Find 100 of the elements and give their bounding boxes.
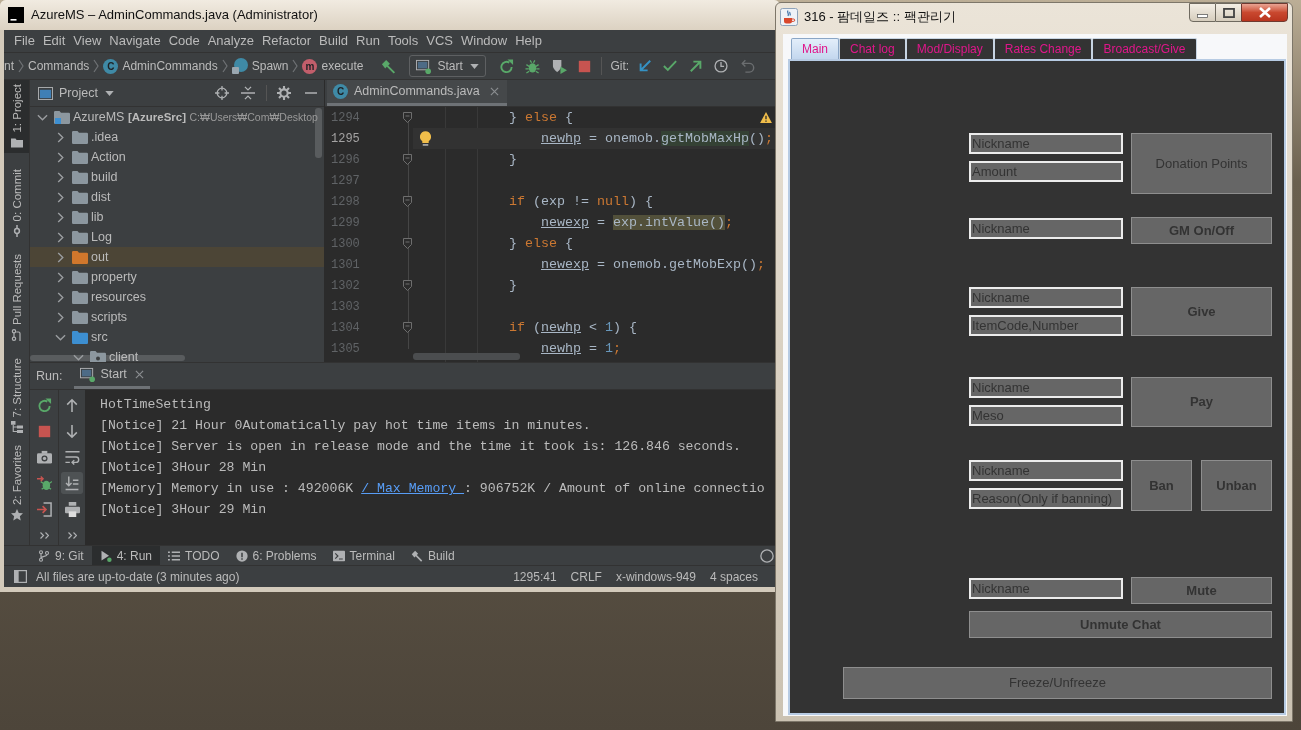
chevron-right-icon[interactable] [56, 151, 64, 163]
status-item[interactable]: 1295:41 [513, 567, 557, 586]
menu-item[interactable]: Analyze [203, 31, 258, 51]
menu-item[interactable]: Build [315, 31, 352, 51]
tool-window-button[interactable]: Pull Requests [4, 250, 29, 345]
tab[interactable]: Rates Change [993, 38, 1093, 59]
chevron-right-icon[interactable] [56, 271, 64, 283]
tree-item[interactable]: .idea [30, 127, 324, 147]
chevron-down-icon[interactable] [36, 113, 48, 121]
tree-item[interactable]: resources [30, 287, 324, 307]
breadcrumb[interactable]: Spawn [231, 57, 289, 75]
fold-marker-icon[interactable] [403, 112, 412, 123]
bug-icon[interactable] [36, 475, 52, 491]
breadcrumb[interactable]: nt [4, 57, 14, 75]
warning-icon[interactable] [760, 112, 772, 123]
editor-tab[interactable]: C AdminCommands.java [327, 80, 507, 106]
exit-icon[interactable] [36, 501, 52, 517]
fold-marker-icon[interactable] [403, 196, 412, 207]
fold-marker-icon[interactable] [403, 280, 412, 291]
tool-window-tab[interactable]: Build [402, 545, 463, 566]
clock-icon[interactable] [714, 59, 729, 73]
tree-item[interactable]: AzureMS [AzureSrc] C:₩Users₩Com₩Desktop [30, 107, 324, 127]
arrow-down-icon[interactable] [65, 423, 79, 439]
chevron-down-icon[interactable] [54, 333, 66, 341]
status-item[interactable]: CRLF [570, 567, 602, 586]
tree-item[interactable]: property [30, 267, 324, 287]
bug-icon[interactable] [525, 58, 541, 74]
chevron-right-icon[interactable] [56, 311, 64, 323]
more-icon[interactable] [67, 531, 77, 539]
soft-wrap-icon[interactable] [64, 449, 80, 465]
more-icon[interactable] [39, 531, 49, 539]
breadcrumb[interactable]: C AdminCommands [103, 57, 218, 75]
circle-icon[interactable] [760, 548, 774, 563]
crosshair-icon[interactable] [215, 86, 229, 100]
collapse-icon[interactable] [241, 86, 255, 100]
console-link[interactable]: / Max Memory [361, 481, 465, 496]
panel-toggle-icon[interactable] [14, 570, 27, 583]
tree-item[interactable]: Log [30, 227, 324, 247]
chevron-down-icon[interactable] [72, 353, 84, 361]
gear-icon[interactable] [277, 86, 291, 100]
lightbulb-icon[interactable] [420, 131, 431, 146]
view-dropdown[interactable]: Project [38, 83, 114, 103]
menu-item[interactable]: File [10, 31, 39, 51]
close-icon[interactable] [134, 370, 144, 379]
menu-item[interactable]: Edit [38, 31, 70, 51]
shield-play-icon[interactable] [552, 58, 568, 74]
tool-window-button[interactable]: 0: Commit [4, 164, 29, 241]
arrow-up-right-icon[interactable] [689, 59, 704, 73]
chevron-right-icon[interactable] [56, 251, 64, 263]
status-item[interactable]: 4 spaces [709, 567, 758, 586]
tree-item[interactable]: build [30, 167, 324, 187]
menu-item[interactable]: Code [164, 31, 204, 51]
tree-item[interactable]: dist [30, 187, 324, 207]
fold-marker-icon[interactable] [403, 238, 412, 249]
breadcrumb[interactable]: m execute [302, 57, 364, 75]
tree-item[interactable]: Action [30, 147, 324, 167]
tool-window-tab[interactable]: 6: Problems [227, 545, 325, 566]
stop-icon[interactable] [37, 424, 51, 438]
close-button[interactable] [1241, 3, 1288, 22]
tab[interactable]: Broadcast/Give [1092, 38, 1197, 59]
menu-item[interactable]: Run [352, 31, 384, 51]
rerun-icon[interactable] [36, 397, 52, 413]
tool-window-tab[interactable]: TODO [160, 545, 228, 566]
maximize-button[interactable] [1216, 3, 1241, 22]
tool-window-button[interactable]: 7: Structure [4, 353, 29, 438]
menu-item[interactable]: Tools [383, 31, 423, 51]
status-item[interactable]: x-windows-949 [615, 567, 696, 586]
tab[interactable]: Mod/Display [905, 38, 994, 59]
rerun-icon[interactable] [499, 58, 515, 74]
breadcrumb[interactable]: Commands [28, 57, 90, 75]
tree-item[interactable]: lib [30, 207, 324, 227]
hammer-icon[interactable] [381, 58, 397, 74]
minimize-button[interactable] [1189, 3, 1216, 22]
tool-window-tab[interactable]: Terminal [324, 545, 403, 566]
tree-item[interactable]: scripts [30, 307, 324, 327]
fold-marker-icon[interactable] [403, 322, 412, 333]
chevron-right-icon[interactable] [56, 171, 64, 183]
chevron-right-icon[interactable] [56, 191, 64, 203]
camera-icon[interactable] [36, 450, 52, 464]
chevron-right-icon[interactable] [56, 291, 64, 303]
menu-item[interactable]: Help [511, 31, 546, 51]
chevron-right-icon[interactable] [56, 231, 64, 243]
run-config-dropdown[interactable]: Start [409, 55, 487, 77]
scrollbar-thumb[interactable] [413, 353, 520, 360]
menu-item[interactable]: VCS [422, 31, 457, 51]
fold-marker-icon[interactable] [403, 154, 412, 165]
menu-item[interactable]: Window [456, 31, 512, 51]
menu-item[interactable]: View [69, 31, 106, 51]
undo-icon[interactable] [741, 59, 756, 73]
checkmark-icon[interactable] [663, 59, 678, 73]
tool-window-button[interactable]: 1: Project [4, 80, 29, 153]
tool-window-button[interactable]: 2: Favorites [4, 441, 29, 526]
tool-window-tab[interactable]: 4: Run [91, 545, 161, 566]
chevron-right-icon[interactable] [56, 131, 64, 143]
arrow-up-icon[interactable] [65, 397, 79, 413]
menu-item[interactable]: Refactor [257, 31, 316, 51]
tab[interactable]: Main [791, 38, 839, 59]
scroll-to-end-icon[interactable] [61, 472, 83, 494]
tool-window-tab[interactable]: 9: Git [30, 545, 92, 566]
chevron-right-icon[interactable] [56, 211, 64, 223]
